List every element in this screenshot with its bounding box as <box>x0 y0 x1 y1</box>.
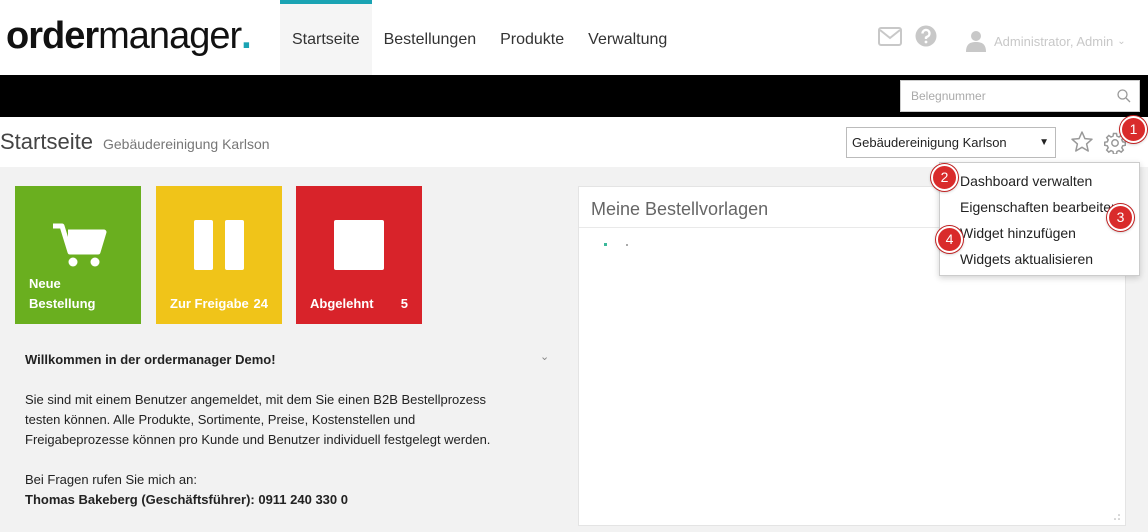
question-circle-icon[interactable] <box>914 25 938 47</box>
menu-item-add-widget[interactable]: Widget hinzufügen <box>960 225 1076 241</box>
collapse-chevron-icon[interactable]: ⌄ <box>540 350 549 363</box>
welcome-heading: Willkommen in der ordermanager Demo! <box>25 352 276 367</box>
annotation-marker-2: 2 <box>931 164 958 191</box>
customer-select-value: Gebäudereinigung Karlson <box>852 135 1007 150</box>
tile-new-order[interactable]: Neue Bestellung <box>15 186 141 324</box>
tile-count: 5 <box>400 296 408 311</box>
contact-person: Thomas Bakeberg (Geschäftsführer): 0911 … <box>25 492 348 507</box>
select-arrow-icon: ▼ <box>1039 137 1049 148</box>
loading-dot <box>604 243 607 246</box>
tile-label: Zur Freigabe <box>170 296 249 311</box>
tile-label: Abgelehnt <box>310 296 374 311</box>
tile-count: 24 <box>253 296 268 311</box>
resize-grip-icon[interactable] <box>1113 513 1121 521</box>
envelope-icon[interactable] <box>878 26 902 48</box>
tile-pending-approval[interactable]: Zur Freigabe 24 <box>156 186 282 324</box>
nav-startseite[interactable]: Startseite <box>280 0 372 75</box>
customer-select[interactable]: Gebäudereinigung Karlson ▼ <box>846 127 1056 158</box>
star-icon[interactable] <box>1070 130 1094 154</box>
welcome-text: Sie sind mit einem Benutzer angemeldet, … <box>25 392 491 447</box>
nav-bestellungen[interactable]: Bestellungen <box>372 0 489 75</box>
top-header: ordermanager. Startseite Bestellungen Pr… <box>0 0 1148 75</box>
page-title: Startseite <box>0 129 93 154</box>
welcome-panel: Willkommen in der ordermanager Demo! Sie… <box>25 350 555 510</box>
cart-icon <box>53 223 107 267</box>
contact-line: Bei Fragen rufen Sie mich an: <box>25 472 197 487</box>
widget-title: Meine Bestellvorlagen <box>591 199 769 219</box>
main-nav: Startseite Bestellungen Produkte Verwalt… <box>280 0 679 75</box>
user-name: Administrator, Admin <box>994 33 1114 49</box>
search-box <box>900 80 1140 112</box>
nav-verwaltung[interactable]: Verwaltung <box>576 0 679 75</box>
loading-dot <box>626 244 628 246</box>
annotation-marker-3: 3 <box>1107 204 1134 231</box>
page-subtitle: Gebäudereinigung Karlson <box>103 136 270 152</box>
annotation-marker-1: 1 <box>1120 116 1147 143</box>
magnifier-icon[interactable] <box>1117 89 1131 103</box>
annotation-marker-4: 4 <box>936 226 963 253</box>
menu-item-manage-dashboard[interactable]: Dashboard verwalten <box>960 173 1092 189</box>
stop-icon <box>334 220 384 270</box>
search-input[interactable] <box>901 81 1101 111</box>
nav-produkte[interactable]: Produkte <box>488 0 576 75</box>
menu-item-edit-properties[interactable]: Eigenschaften bearbeiten <box>960 199 1119 215</box>
chevron-down-icon: ⌄ <box>1117 35 1126 47</box>
menu-item-refresh-widgets[interactable]: Widgets aktualisieren <box>960 251 1093 267</box>
logo[interactable]: ordermanager. <box>6 14 252 58</box>
user-icon <box>966 31 986 52</box>
page-header: Startseite Gebäudereinigung Karlson Gebä… <box>0 117 1148 167</box>
pause-icon <box>194 220 244 270</box>
tile-rejected[interactable]: Abgelehnt 5 <box>296 186 422 324</box>
tile-label: Neue Bestellung <box>29 276 96 311</box>
user-menu[interactable]: Administrator, Admin ⌄ <box>966 26 1126 56</box>
